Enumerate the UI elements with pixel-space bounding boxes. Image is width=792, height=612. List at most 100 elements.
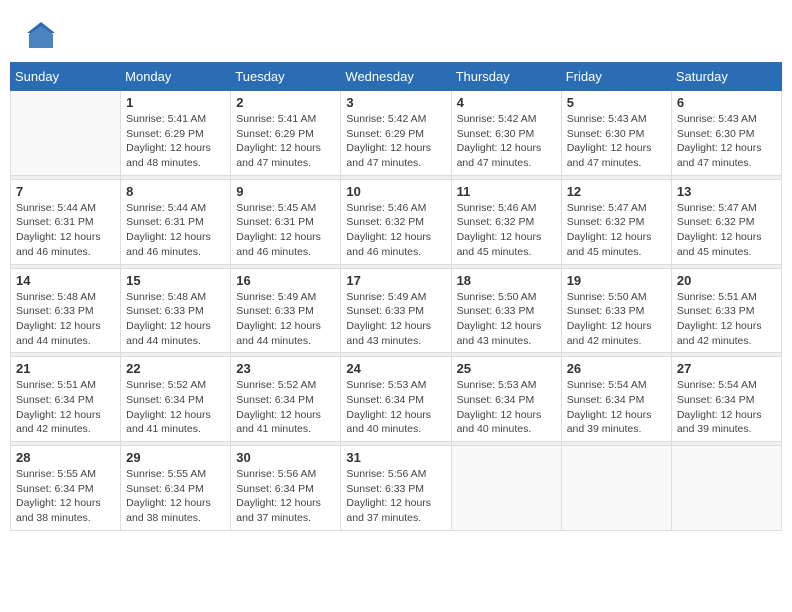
calendar-cell: 3 Sunrise: 5:42 AMSunset: 6:29 PMDaylight… <box>341 91 451 176</box>
weekday-header-monday: Monday <box>121 63 231 91</box>
calendar-week-row: 14 Sunrise: 5:48 AMSunset: 6:33 PMDayligh… <box>11 268 782 353</box>
day-info: Sunrise: 5:51 AMSunset: 6:34 PMDaylight:… <box>16 378 115 437</box>
calendar-cell: 11 Sunrise: 5:46 AMSunset: 6:32 PMDayligh… <box>451 179 561 264</box>
calendar-cell: 6 Sunrise: 5:43 AMSunset: 6:30 PMDaylight… <box>671 91 781 176</box>
calendar-week-row: 7 Sunrise: 5:44 AMSunset: 6:31 PMDaylight… <box>11 179 782 264</box>
day-info: Sunrise: 5:53 AMSunset: 6:34 PMDaylight:… <box>457 378 556 437</box>
day-info: Sunrise: 5:54 AMSunset: 6:34 PMDaylight:… <box>677 378 776 437</box>
calendar-cell <box>451 446 561 531</box>
logo <box>25 20 61 52</box>
calendar-cell: 2 Sunrise: 5:41 AMSunset: 6:29 PMDaylight… <box>231 91 341 176</box>
day-info: Sunrise: 5:50 AMSunset: 6:33 PMDaylight:… <box>457 290 556 349</box>
calendar-cell: 31 Sunrise: 5:56 AMSunset: 6:33 PMDayligh… <box>341 446 451 531</box>
calendar-week-row: 1 Sunrise: 5:41 AMSunset: 6:29 PMDaylight… <box>11 91 782 176</box>
weekday-header-row: SundayMondayTuesdayWednesdayThursdayFrid… <box>11 63 782 91</box>
day-info: Sunrise: 5:52 AMSunset: 6:34 PMDaylight:… <box>126 378 225 437</box>
calendar-cell: 29 Sunrise: 5:55 AMSunset: 6:34 PMDayligh… <box>121 446 231 531</box>
day-number: 6 <box>677 95 776 110</box>
calendar-cell: 4 Sunrise: 5:42 AMSunset: 6:30 PMDaylight… <box>451 91 561 176</box>
logo-icon <box>25 20 57 52</box>
calendar-cell: 1 Sunrise: 5:41 AMSunset: 6:29 PMDaylight… <box>121 91 231 176</box>
day-number: 15 <box>126 273 225 288</box>
day-number: 17 <box>346 273 445 288</box>
weekday-header-saturday: Saturday <box>671 63 781 91</box>
day-number: 4 <box>457 95 556 110</box>
day-number: 30 <box>236 450 335 465</box>
day-number: 28 <box>16 450 115 465</box>
day-number: 16 <box>236 273 335 288</box>
day-number: 1 <box>126 95 225 110</box>
day-info: Sunrise: 5:56 AMSunset: 6:33 PMDaylight:… <box>346 467 445 526</box>
calendar-cell: 26Sunrise: 5:54 AMSunset: 6:34 PMDayligh… <box>561 357 671 442</box>
weekday-header-tuesday: Tuesday <box>231 63 341 91</box>
calendar-cell: 10Sunrise: 5:46 AMSunset: 6:32 PMDayligh… <box>341 179 451 264</box>
day-info: Sunrise: 5:46 AMSunset: 6:32 PMDaylight:… <box>457 201 556 260</box>
calendar-cell <box>671 446 781 531</box>
day-number: 22 <box>126 361 225 376</box>
calendar-cell: 20 Sunrise: 5:51 AMSunset: 6:33 PMDayligh… <box>671 268 781 353</box>
calendar-cell: 15 Sunrise: 5:48 AMSunset: 6:33 PMDayligh… <box>121 268 231 353</box>
weekday-header-sunday: Sunday <box>11 63 121 91</box>
day-info: Sunrise: 5:48 AMSunset: 6:33 PMDaylight:… <box>16 290 115 349</box>
day-number: 27 <box>677 361 776 376</box>
day-number: 23 <box>236 361 335 376</box>
day-info: Sunrise: 5:44 AMSunset: 6:31 PMDaylight:… <box>16 201 115 260</box>
calendar-week-row: 28 Sunrise: 5:55 AMSunset: 6:34 PMDayligh… <box>11 446 782 531</box>
day-info: Sunrise: 5:44 AMSunset: 6:31 PMDaylight:… <box>126 201 225 260</box>
day-info: Sunrise: 5:52 AMSunset: 6:34 PMDaylight:… <box>236 378 335 437</box>
day-number: 12 <box>567 184 666 199</box>
calendar-cell: 21 Sunrise: 5:51 AMSunset: 6:34 PMDayligh… <box>11 357 121 442</box>
calendar-cell: 23 Sunrise: 5:52 AMSunset: 6:34 PMDayligh… <box>231 357 341 442</box>
calendar-cell <box>11 91 121 176</box>
calendar-cell: 7 Sunrise: 5:44 AMSunset: 6:31 PMDaylight… <box>11 179 121 264</box>
day-info: Sunrise: 5:49 AMSunset: 6:33 PMDaylight:… <box>236 290 335 349</box>
calendar-cell: 9Sunrise: 5:45 AMSunset: 6:31 PMDaylight… <box>231 179 341 264</box>
calendar-cell: 27 Sunrise: 5:54 AMSunset: 6:34 PMDayligh… <box>671 357 781 442</box>
day-info: Sunrise: 5:51 AMSunset: 6:33 PMDaylight:… <box>677 290 776 349</box>
day-number: 29 <box>126 450 225 465</box>
calendar-cell: 12Sunrise: 5:47 AMSunset: 6:32 PMDayligh… <box>561 179 671 264</box>
calendar-week-row: 21 Sunrise: 5:51 AMSunset: 6:34 PMDayligh… <box>11 357 782 442</box>
day-info: Sunrise: 5:53 AMSunset: 6:34 PMDaylight:… <box>346 378 445 437</box>
day-info: Sunrise: 5:42 AMSunset: 6:29 PMDaylight:… <box>346 112 445 171</box>
day-info: Sunrise: 5:41 AMSunset: 6:29 PMDaylight:… <box>236 112 335 171</box>
page-header <box>10 10 782 57</box>
day-number: 18 <box>457 273 556 288</box>
day-number: 19 <box>567 273 666 288</box>
calendar-cell: 5Sunrise: 5:43 AMSunset: 6:30 PMDaylight… <box>561 91 671 176</box>
calendar-cell: 8 Sunrise: 5:44 AMSunset: 6:31 PMDaylight… <box>121 179 231 264</box>
day-info: Sunrise: 5:43 AMSunset: 6:30 PMDaylight:… <box>677 112 776 171</box>
day-info: Sunrise: 5:48 AMSunset: 6:33 PMDaylight:… <box>126 290 225 349</box>
day-info: Sunrise: 5:47 AMSunset: 6:32 PMDaylight:… <box>677 201 776 260</box>
calendar-cell: 22 Sunrise: 5:52 AMSunset: 6:34 PMDayligh… <box>121 357 231 442</box>
day-number: 21 <box>16 361 115 376</box>
day-number: 26 <box>567 361 666 376</box>
day-info: Sunrise: 5:41 AMSunset: 6:29 PMDaylight:… <box>126 112 225 171</box>
day-number: 2 <box>236 95 335 110</box>
day-number: 7 <box>16 184 115 199</box>
day-number: 3 <box>346 95 445 110</box>
day-info: Sunrise: 5:56 AMSunset: 6:34 PMDaylight:… <box>236 467 335 526</box>
day-number: 14 <box>16 273 115 288</box>
day-info: Sunrise: 5:55 AMSunset: 6:34 PMDaylight:… <box>126 467 225 526</box>
day-info: Sunrise: 5:42 AMSunset: 6:30 PMDaylight:… <box>457 112 556 171</box>
calendar-cell: 28 Sunrise: 5:55 AMSunset: 6:34 PMDayligh… <box>11 446 121 531</box>
weekday-header-friday: Friday <box>561 63 671 91</box>
day-number: 31 <box>346 450 445 465</box>
calendar-cell: 19 Sunrise: 5:50 AMSunset: 6:33 PMDayligh… <box>561 268 671 353</box>
day-info: Sunrise: 5:50 AMSunset: 6:33 PMDaylight:… <box>567 290 666 349</box>
day-number: 8 <box>126 184 225 199</box>
day-info: Sunrise: 5:55 AMSunset: 6:34 PMDaylight:… <box>16 467 115 526</box>
day-info: Sunrise: 5:46 AMSunset: 6:32 PMDaylight:… <box>346 201 445 260</box>
calendar-cell: 14 Sunrise: 5:48 AMSunset: 6:33 PMDayligh… <box>11 268 121 353</box>
day-number: 11 <box>457 184 556 199</box>
day-number: 5 <box>567 95 666 110</box>
calendar-cell: 30 Sunrise: 5:56 AMSunset: 6:34 PMDayligh… <box>231 446 341 531</box>
calendar-cell: 17Sunrise: 5:49 AMSunset: 6:33 PMDayligh… <box>341 268 451 353</box>
weekday-header-thursday: Thursday <box>451 63 561 91</box>
weekday-header-wednesday: Wednesday <box>341 63 451 91</box>
day-info: Sunrise: 5:45 AMSunset: 6:31 PMDaylight:… <box>236 201 335 260</box>
calendar-cell: 25Sunrise: 5:53 AMSunset: 6:34 PMDayligh… <box>451 357 561 442</box>
calendar-cell: 13Sunrise: 5:47 AMSunset: 6:32 PMDayligh… <box>671 179 781 264</box>
day-number: 20 <box>677 273 776 288</box>
